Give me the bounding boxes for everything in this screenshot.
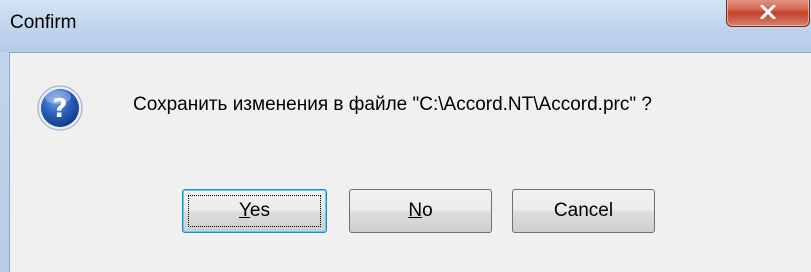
no-button-label: No [408, 200, 432, 222]
no-button[interactable]: No [349, 189, 492, 233]
cancel-button-label: Cancel [553, 200, 614, 221]
question-icon: ? [37, 85, 83, 131]
confirm-dialog-window: Confirm ? Сохранить изменения в файле "C… [0, 0, 811, 272]
close-x-icon [760, 5, 776, 19]
title-bar[interactable]: Confirm [0, 0, 811, 52]
no-label-rest: o [422, 200, 433, 221]
confirm-message: Сохранить изменения в файле "C:\Accord.N… [133, 94, 652, 115]
svg-text:?: ? [52, 94, 67, 124]
close-button[interactable] [726, 0, 810, 27]
window-title: Confirm [10, 12, 77, 33]
cancel-button[interactable]: Cancel [512, 189, 655, 233]
yes-button[interactable]: Yes [182, 189, 327, 233]
no-mnemonic: N [408, 200, 423, 221]
focus-rectangle [188, 195, 321, 227]
dialog-body: ? Сохранить изменения в файле "C:\Accord… [9, 52, 811, 272]
